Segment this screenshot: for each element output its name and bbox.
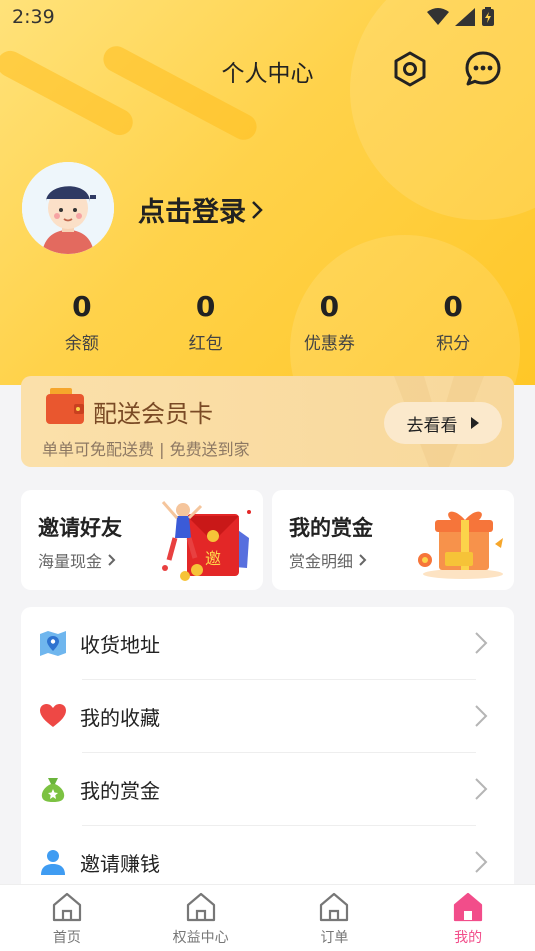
bounty-title: 我的赏金: [289, 516, 373, 540]
stat-label: 优惠券: [303, 334, 355, 354]
tab-label: 我的: [454, 930, 483, 946]
vip-subtitle: 单单可免配送费 | 免费送到家: [42, 440, 250, 459]
invite-subtitle: 海量现金: [38, 552, 103, 571]
signal-icon: [455, 8, 475, 26]
stat-value: 0: [195, 290, 216, 323]
vip-button-label: 去看看: [406, 415, 458, 436]
stat-points[interactable]: 0 积分: [398, 290, 508, 354]
stat-balance[interactable]: 0 余额: [27, 290, 137, 354]
chevron-right-icon: [108, 554, 116, 566]
vip-view-button[interactable]: 去看看: [384, 402, 502, 444]
login-text: 点击登录: [138, 197, 246, 228]
my-bounty-card[interactable]: 我的赏金 赏金明细: [272, 490, 514, 590]
vip-card[interactable]: 配送会员卡 单单可免配送费 | 免费送到家 去看看: [21, 376, 514, 467]
money-bag-icon: [41, 778, 65, 802]
home-icon: [186, 892, 215, 922]
stat-red-packet[interactable]: 0 红包: [151, 290, 261, 354]
bounty-subtitle-row: 赏金明细: [289, 548, 368, 572]
chevron-right-icon: [475, 851, 488, 873]
tab-orders[interactable]: 订单: [268, 885, 402, 951]
settings-icon[interactable]: [391, 50, 429, 88]
menu-item-favorites[interactable]: 我的收藏: [21, 680, 514, 753]
battery-icon: [482, 7, 494, 26]
tab-benefits[interactable]: 权益中心: [134, 885, 268, 951]
avatar-illustration: [22, 162, 114, 254]
user-icon: [41, 850, 65, 875]
chevron-right-icon: [475, 778, 488, 800]
stat-value: 0: [443, 290, 463, 323]
stat-coupons[interactable]: 0 优惠券: [274, 290, 384, 354]
message-icon[interactable]: [464, 50, 502, 88]
home-icon: [320, 892, 349, 922]
home-icon: [52, 892, 81, 922]
menu-item-bounty[interactable]: 我的赏金: [21, 753, 514, 826]
play-arrow-icon: [470, 417, 479, 429]
chevron-right-icon: [359, 554, 367, 566]
wallet-icon: [46, 388, 84, 424]
decor-circle: [350, 0, 535, 220]
tab-label: 权益中心: [172, 930, 229, 946]
status-time: 2:39: [12, 6, 55, 28]
gift-box-illustration: [418, 511, 503, 579]
chevron-right-icon: [252, 200, 263, 219]
stat-label: 余额: [64, 334, 99, 354]
stat-label: 积分: [436, 334, 471, 354]
vip-title: 配送会员卡: [93, 400, 213, 428]
stat-value: 0: [319, 290, 340, 323]
red-envelope-illustration: 邀: [161, 501, 251, 581]
invite-badge: 邀: [205, 549, 221, 568]
menu-label: 邀请赚钱: [80, 852, 160, 876]
stat-value: 0: [72, 290, 92, 323]
invite-subtitle-row: 海量现金: [38, 548, 117, 572]
menu-label: 收货地址: [80, 633, 160, 657]
login-link[interactable]: 点击登录: [138, 190, 264, 229]
invite-friends-card[interactable]: 邀请好友 海量现金 邀: [21, 490, 263, 590]
map-pin-icon: [40, 631, 66, 656]
menu-item-address[interactable]: 收货地址: [21, 607, 514, 680]
invite-title: 邀请好友: [38, 516, 122, 540]
wifi-icon: [427, 8, 449, 25]
menu-label: 我的收藏: [80, 706, 160, 730]
stats-row: 0 余额 0 红包 0 优惠券 0 积分: [20, 290, 515, 354]
home-icon: [454, 892, 483, 922]
tab-mine[interactable]: 我的: [401, 885, 535, 951]
bounty-subtitle: 赏金明细: [289, 552, 354, 571]
status-icons: [427, 7, 495, 27]
stat-label: 红包: [188, 334, 223, 354]
avatar[interactable]: [22, 162, 114, 254]
heart-icon: [40, 704, 66, 727]
tab-label: 首页: [52, 930, 81, 946]
header-banner: 2:39 个人中心 点击登录 0 余额 0 红包 0 优惠券 0 积分: [0, 0, 535, 385]
bottom-tab-bar: 首页 权益中心 订单 我的: [0, 884, 535, 951]
menu-label: 我的赏金: [80, 779, 160, 803]
tab-label: 订单: [320, 930, 349, 946]
page-title: 个人中心: [221, 61, 314, 87]
menu-list: 收货地址 我的收藏 我的赏金 邀请赚钱: [21, 607, 514, 897]
tab-home[interactable]: 首页: [0, 885, 134, 951]
chevron-right-icon: [475, 705, 488, 727]
chevron-right-icon: [475, 632, 488, 654]
